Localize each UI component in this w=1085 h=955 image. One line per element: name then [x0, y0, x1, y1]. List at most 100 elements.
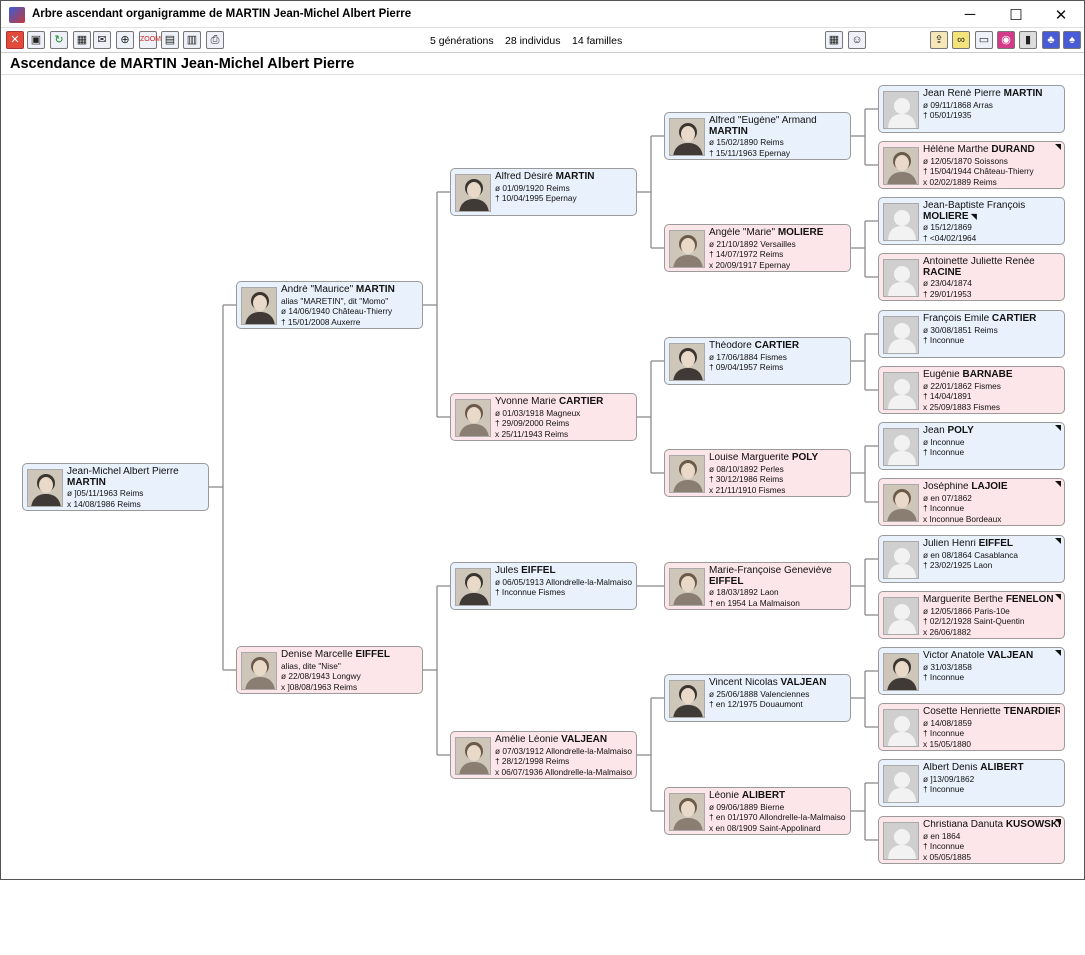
- person-detail-line: ø 12/05/1870 Soissons: [923, 155, 1008, 166]
- person-info: Marguerite Berthe FENELON ø 12/05/1866 Pa…: [923, 595, 1060, 637]
- book-icon[interactable]: ▮: [1019, 31, 1037, 49]
- person-card-p3[interactable]: Denise Marcelle EIFFEL alias, dite "Nise"…: [236, 646, 423, 694]
- first-names: Léonie: [709, 791, 740, 801]
- zoom-fit-icon[interactable]: ⊕: [116, 31, 134, 49]
- link-icon[interactable]: ∞: [952, 31, 970, 49]
- person-card-p15[interactable]: Jean René Pierre MARTIN ø 09/11/1868 Arra…: [878, 85, 1065, 133]
- person-name: Angèle "Marie" MOLIERE: [709, 228, 846, 239]
- person-card-p13[interactable]: Vincent Nicolas VALJEAN ø 25/06/1888 Vale…: [664, 674, 851, 722]
- person-name: Eugénie BARNABE: [923, 370, 1060, 381]
- person-detail-line: ø ]05/11/1963 Reims: [67, 488, 144, 498]
- save-icon[interactable]: ▣: [27, 31, 45, 49]
- person-card-p18[interactable]: Antoinette Juliette Renée RACINE ø 23/04/1…: [878, 253, 1065, 301]
- person-info: Jean-Baptiste François MOLIERE ◥ ø 15/12/1…: [923, 201, 1060, 243]
- print-icon[interactable]: ⎙: [206, 31, 224, 49]
- surname: EIFFEL: [709, 576, 744, 587]
- person-card-p6[interactable]: Jules EIFFEL ø 06/05/1913 Allondrelle-la-…: [450, 562, 637, 610]
- minimize-button[interactable]: ─: [947, 1, 993, 28]
- person-info: Hélène Marthe DURAND ø 12/05/1870 Soisson…: [923, 145, 1060, 187]
- close-button[interactable]: ✕: [1038, 1, 1084, 28]
- person-card-p26[interactable]: Cosette Henriette TENARDIER ø 14/08/1859 †…: [878, 703, 1065, 751]
- person-card-p10[interactable]: Théodore CARTIER ø 17/06/1884 Fismes † 09/…: [664, 337, 851, 385]
- person-card-p9[interactable]: Angèle "Marie" MOLIERE ø 21/10/1892 Versa…: [664, 224, 851, 272]
- person-card-p5[interactable]: Yvonne Marie CARTIER ø 01/03/1918 Magneux…: [450, 393, 637, 441]
- first-names: Louise Marguerite: [709, 453, 790, 463]
- person-card-p7[interactable]: Amélie Léonie VALJEAN ø 07/03/1912 Allond…: [450, 731, 637, 779]
- person-card-p14[interactable]: Léonie ALIBERT ø 09/06/1889 Bierne † en 01…: [664, 787, 851, 835]
- portrait-photo: [883, 653, 919, 691]
- export-icon[interactable]: ⇪: [930, 31, 948, 49]
- person-card-p12[interactable]: Marie-Françoise Geneviève EIFFEL ø 18/03/1…: [664, 562, 851, 610]
- person-detail-line: † Inconnue: [923, 841, 965, 851]
- surname: MARTIN: [1003, 89, 1043, 99]
- zoom-icon[interactable]: ZOOM: [139, 31, 161, 49]
- color-icon[interactable]: ◉: [997, 31, 1015, 49]
- person-card-p19[interactable]: François Emile CARTIER ø 30/08/1851 Reims…: [878, 310, 1065, 358]
- person-name: Louise Marguerite POLY: [709, 453, 846, 464]
- person-name: Vincent Nicolas VALJEAN: [709, 678, 846, 689]
- person-card-p1[interactable]: Jean-Michel Albert Pierre MARTIN ø ]05/11/…: [22, 463, 209, 511]
- person-name-line2: RACINE: [923, 268, 1060, 279]
- grid-icon[interactable]: ▥: [183, 31, 201, 49]
- tree-icon[interactable]: ♣: [1042, 31, 1060, 49]
- person-card-p2[interactable]: André "Maurice" MARTIN alias "MARETIN", d…: [236, 281, 423, 329]
- more-ancestors-icon[interactable]: [1055, 481, 1061, 487]
- portrait-photo: [669, 455, 705, 493]
- person-detail-line: ø 12/05/1866 Paris-10e: [923, 605, 1010, 616]
- more-ancestors-icon[interactable]: [1055, 819, 1061, 825]
- collapse-icon[interactable]: ✉: [93, 31, 111, 49]
- more-ancestors-icon[interactable]: [1055, 594, 1061, 600]
- maximize-button[interactable]: ☐: [993, 1, 1039, 28]
- person-card-p8[interactable]: Alfred "Eugène" Armand MARTIN ø 15/02/1890…: [664, 112, 851, 160]
- person-detail-line: † 14/04/1891: [923, 391, 972, 401]
- more-indicator-icon[interactable]: ◥: [969, 212, 977, 221]
- person-card-p25[interactable]: Victor Anatole VALJEAN ø 31/03/1858 † Inco…: [878, 647, 1065, 695]
- surname: MOLIERE: [923, 211, 969, 222]
- page-icon[interactable]: ▭: [975, 31, 993, 49]
- tree-alt-icon[interactable]: ♠: [1063, 31, 1081, 49]
- more-ancestors-icon[interactable]: [1055, 144, 1061, 150]
- person-card-p20[interactable]: Eugénie BARNABE ø 22/01/1862 Fismes † 14/0…: [878, 366, 1065, 414]
- more-ancestors-icon[interactable]: [1055, 538, 1061, 544]
- person-detail-line: † Inconnue Fismes: [495, 587, 566, 597]
- first-names: Antoinette Juliette Renée: [923, 257, 1035, 267]
- person-info: Amélie Léonie VALJEAN ø 07/03/1912 Allond…: [495, 735, 632, 777]
- portrait-photo: [27, 469, 63, 507]
- person-card-p22[interactable]: Joséphine LAJOIE ø en 07/1862 † Inconnue x …: [878, 478, 1065, 526]
- person-detail-line: ø 18/03/1892 Laon: [709, 587, 779, 597]
- layout-icon[interactable]: ▦: [73, 31, 91, 49]
- person-card-p16[interactable]: Hélène Marthe DURAND ø 12/05/1870 Soisson…: [878, 141, 1065, 189]
- surname: ALIBERT: [741, 791, 786, 801]
- person-name: Jean René Pierre MARTIN: [923, 89, 1060, 100]
- person-info: Jean POLY ø Inconnue † Inconnue: [923, 426, 1060, 458]
- person-card-p27[interactable]: Albert Denis ALIBERT ø ]13/09/1862 † Incon…: [878, 759, 1065, 807]
- person-icon[interactable]: ☺: [848, 31, 866, 49]
- refresh-icon[interactable]: ↻: [50, 31, 68, 49]
- person-info: Vincent Nicolas VALJEAN ø 25/06/1888 Vale…: [709, 678, 846, 710]
- person-card-p24[interactable]: Marguerite Berthe FENELON ø 12/05/1866 Pa…: [878, 591, 1065, 639]
- person-detail-line: † en 01/1970 Allondrelle-la-Malmaison: [709, 812, 846, 822]
- person-card-p23[interactable]: Julien Henri EIFFEL ø en 08/1864 Casablan…: [878, 535, 1065, 583]
- person-card-p28[interactable]: Christiana Danuta KUSOWSKI ø en 1864 † Inc…: [878, 816, 1065, 864]
- person-info: François Emile CARTIER ø 30/08/1851 Reims…: [923, 314, 1060, 346]
- person-name: Hélène Marthe DURAND: [923, 145, 1060, 156]
- person-card-p4[interactable]: Alfred Désiré MARTIN ø 01/09/1920 Reims † …: [450, 168, 637, 216]
- table-icon[interactable]: ▦: [825, 31, 843, 49]
- person-card-p11[interactable]: Louise Marguerite POLY ø 08/10/1892 Perle…: [664, 449, 851, 497]
- film-icon[interactable]: ▤: [161, 31, 179, 49]
- person-info: Alfred "Eugène" Armand MARTIN ø 15/02/1890…: [709, 116, 846, 158]
- person-card-p21[interactable]: Jean POLY ø Inconnue † Inconnue: [878, 422, 1065, 470]
- close-icon[interactable]: ✕: [6, 31, 24, 49]
- surname: POLY: [947, 426, 974, 436]
- person-name: Antoinette Juliette Renée: [923, 257, 1060, 268]
- person-name-line2: MARTIN: [67, 478, 204, 489]
- person-detail-line: † Inconnue: [923, 335, 965, 345]
- silhouette-icon: [883, 428, 919, 466]
- surname: CARTIER: [558, 397, 604, 407]
- portrait-photo: [669, 230, 705, 268]
- more-ancestors-icon[interactable]: [1055, 650, 1061, 656]
- person-info: Albert Denis ALIBERT ø ]13/09/1862 † Incon…: [923, 763, 1060, 795]
- more-ancestors-icon[interactable]: [1055, 425, 1061, 431]
- person-card-p17[interactable]: Jean-Baptiste François MOLIERE ◥ ø 15/12/1…: [878, 197, 1065, 245]
- portrait-photo: [669, 793, 705, 831]
